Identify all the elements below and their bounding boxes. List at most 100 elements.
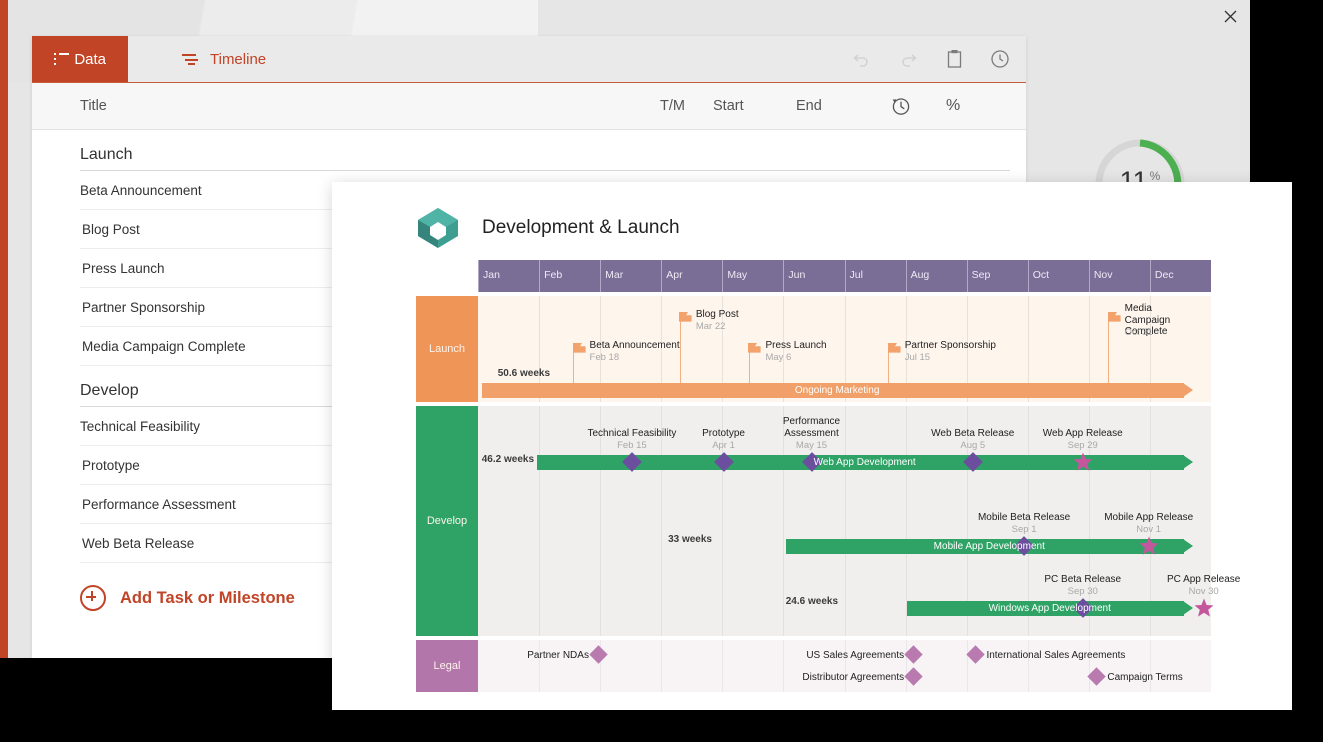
timeline-bar-ongoing-marketing[interactable]: Ongoing Marketing [482,383,1193,398]
tab-timeline[interactable]: Timeline [160,36,288,82]
tab-data-label: Data [74,51,106,68]
list-icon [54,53,63,65]
timeline-month-axis: Jan Feb Mar Apr May Jun Jul Aug Sep Oct … [478,260,1211,292]
bar-label: Mobile App Development [786,539,1193,554]
milestone-label: Performance Assessment [780,416,844,439]
task-title: Press Launch [80,261,165,276]
bar-duration-label: 46.2 weeks [478,454,534,465]
milestone-label: Partner NDAs [527,650,589,662]
flag-icon [888,343,901,354]
column-header-title[interactable]: Title [80,83,107,129]
duration-icon[interactable] [890,83,912,129]
close-icon[interactable] [1215,2,1245,30]
column-header-percent[interactable]: % [946,83,960,129]
tab-timeline-label: Timeline [210,51,266,68]
task-title: Technical Feasibility [80,419,200,434]
tab-bar: Data Timeline [32,36,1026,83]
app-accent-strip [0,0,8,658]
bar-duration-label: 50.6 weeks [482,368,550,379]
column-header-tm[interactable]: T/M [660,83,685,129]
month-jun: Jun [783,260,844,292]
milestone-date: Nov 1 [1136,524,1161,535]
bar-label: Windows App Development [907,601,1193,616]
milestone-label: International Sales Agreements [986,650,1125,662]
milestone-label: Campaign Terms [1107,672,1182,684]
month-mar: Mar [600,260,661,292]
milestone-label: Prototype [702,428,745,440]
milestone-date: May 15 [796,440,827,451]
history-clock-icon[interactable] [988,47,1012,71]
task-title: Beta Announcement [80,183,202,198]
task-title: Performance Assessment [80,497,236,512]
flag-icon [573,343,586,354]
milestone-date: Feb 15 [617,440,647,451]
swimlane-body-legal: Partner NDAs US Sales Agreements Interna… [478,640,1211,692]
flag-icon [679,312,692,323]
timeline-chart: Jan Feb Mar Apr May Jun Jul Aug Sep Oct … [416,260,1211,692]
milestone-date: Nov 30 [1189,586,1219,597]
milestone-date: Apr 1 [712,440,735,451]
milestone-diamond-icon[interactable] [589,645,607,663]
milestone-label: Blog Post [696,309,739,321]
timeline-title: Development & Launch [482,217,680,239]
milestone-date: Sep 29 [1068,440,1098,451]
milestone-diamond-icon[interactable] [967,645,985,663]
swimlane-develop: Develop Technical Feasibility Feb 15 Pro… [416,406,1211,636]
month-oct: Oct [1028,260,1089,292]
add-task-or-milestone-button[interactable]: Add Task or Milestone [120,589,295,608]
milestone-date: Aug 5 [960,440,985,451]
swimlane-label-legal: Legal [416,640,478,692]
clipboard-icon[interactable] [942,47,966,71]
month-feb: Feb [539,260,600,292]
timeline-bar-windows-app-development[interactable]: Windows App Development [907,601,1193,616]
screenshot-root: Data Timeline [0,0,1323,742]
milestone-label: Web App Release [1043,428,1123,440]
tab-data[interactable]: Data [32,36,128,82]
timeline-preview-card: Development & Launch Jan Feb Mar Apr May… [332,182,1292,710]
toolbar [850,36,1012,82]
milestone-date: Oct 31 [1125,327,1153,338]
milestone-diamond-icon[interactable] [904,667,922,685]
milestone-label: Press Launch [765,340,826,352]
diamond-cube-logo [416,206,460,250]
column-header-start[interactable]: Start [713,83,744,129]
milestone-date: Sep 1 [1012,524,1037,535]
milestone-label: Technical Feasibility [587,428,676,440]
timeline-icon [182,53,199,65]
month-jan: Jan [478,260,539,292]
swimlane-legal: Legal Partner NDAs US Sales Agreements I… [416,640,1211,692]
milestone-star-icon[interactable] [1194,598,1214,618]
undo-icon[interactable] [850,47,874,71]
task-title: Prototype [80,458,140,473]
milestone-label: Web Beta Release [931,428,1014,440]
swimlane-launch: Launch Blog Post [416,296,1211,402]
column-header-end[interactable]: End [796,83,822,129]
task-title: Partner Sponsorship [80,300,205,315]
milestone-diamond-icon[interactable] [904,645,922,663]
swimlane-body-launch: Blog Post Mar 22 Media Campaign Complete… [478,296,1211,402]
table-header: Title T/M Start End % [32,83,1026,130]
timeline-header: Development & Launch [416,206,680,250]
milestone-label: US Sales Agreements [806,650,904,662]
milestone-date: Mar 22 [696,321,726,332]
flag-icon [1108,312,1121,323]
bar-label: Ongoing Marketing [482,383,1193,398]
milestone-label: Mobile Beta Release [978,512,1070,524]
group-title-launch: Launch [32,130,1026,170]
month-jul: Jul [845,260,906,292]
flag-icon [748,343,761,354]
task-title: Blog Post [80,222,140,237]
month-sep: Sep [967,260,1028,292]
month-nov: Nov [1089,260,1150,292]
milestone-label: Mobile App Release [1104,512,1193,524]
swimlane-label-develop: Develop [416,406,478,636]
milestone-label: Partner Sponsorship [905,340,996,352]
timeline-bar-mobile-app-development[interactable]: Mobile App Development [786,539,1193,554]
milestone-date: Jul 15 [905,352,930,363]
milestone-date: May 6 [765,352,791,363]
timeline-bar-web-app-development[interactable]: Web App Development [537,455,1193,470]
milestone-diamond-icon[interactable] [1088,667,1106,685]
swimlane-body-develop: Technical Feasibility Feb 15 Prototype A… [478,406,1211,636]
plus-circle-icon[interactable] [80,585,106,611]
redo-icon[interactable] [896,47,920,71]
